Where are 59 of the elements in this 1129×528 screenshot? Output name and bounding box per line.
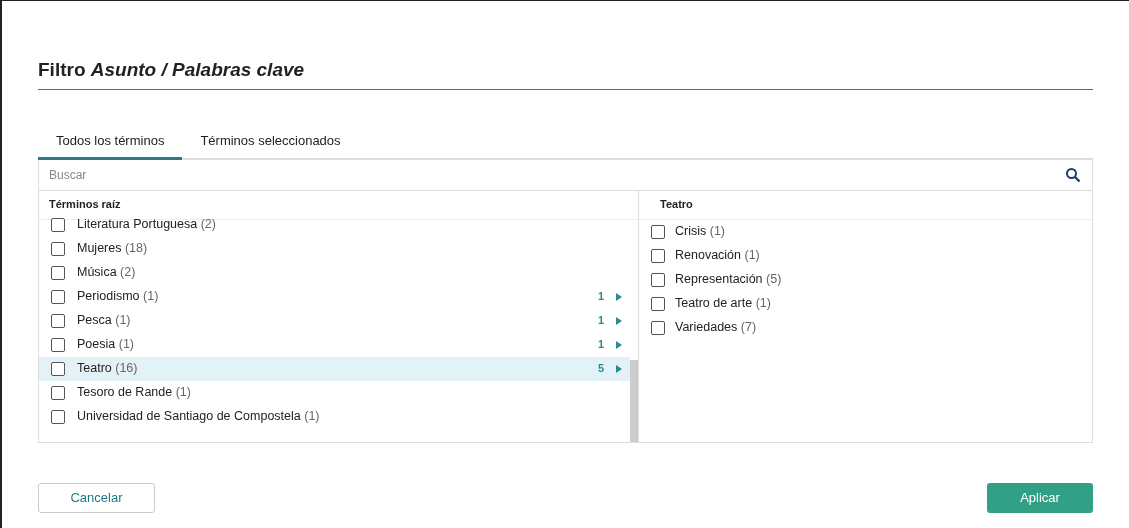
checkbox[interactable]: [51, 217, 65, 232]
term-label: Teatro (16): [77, 360, 138, 378]
term-row[interactable]: Representación (5): [639, 267, 1092, 292]
scrollbar-thumb[interactable]: [630, 359, 638, 442]
checkbox[interactable]: [651, 320, 665, 335]
term-label: Música (2): [77, 264, 136, 282]
search-icon[interactable]: [1065, 166, 1081, 183]
term-label: Mujeres (18): [77, 240, 148, 258]
term-label: Poesia (1): [77, 336, 134, 354]
term-label: Pesca (1): [77, 312, 131, 330]
term-label: Teatro de arte (1): [675, 295, 771, 313]
checkbox[interactable]: [651, 272, 665, 287]
term-row[interactable]: Variedades (7): [639, 315, 1092, 340]
panel-heading: Teatro: [660, 197, 693, 213]
term-row[interactable]: Renovación (1): [639, 243, 1092, 268]
tab[interactable]: Términos seleccionados: [182, 125, 359, 160]
checkbox[interactable]: [51, 409, 65, 424]
checkbox[interactable]: [51, 385, 65, 400]
term-label: Variedades (7): [675, 319, 757, 337]
checkbox[interactable]: [51, 241, 65, 256]
checkbox[interactable]: [51, 289, 65, 304]
search-field[interactable]: Buscar: [38, 159, 1093, 191]
panel-heading: Términos raíz: [49, 197, 121, 213]
term-label: Representación (5): [675, 271, 782, 289]
term-row[interactable]: Tesoro de Rande (1): [39, 380, 630, 405]
caret-icon[interactable]: [616, 316, 622, 325]
caret-icon[interactable]: [616, 292, 622, 301]
term-label: Tesoro de Rande (1): [77, 384, 191, 402]
term-label: Periodismo (1): [77, 288, 159, 306]
subterm-count: 1: [597, 289, 604, 305]
term-row[interactable]: Crisis (1): [639, 219, 1092, 244]
checkbox[interactable]: [651, 296, 665, 311]
checkbox[interactable]: [51, 337, 65, 352]
term-label: Universidad de Santiago de Compostela (1): [77, 408, 320, 426]
caret-icon[interactable]: [616, 364, 622, 373]
cancel-button[interactable]: Cancelar: [38, 482, 155, 513]
dialog-title: Filtro Asunto / Palabras clave: [38, 58, 306, 82]
checkbox[interactable]: [651, 248, 665, 263]
checkbox[interactable]: [51, 361, 65, 376]
caret-icon[interactable]: [616, 340, 622, 349]
checkbox[interactable]: [51, 313, 65, 328]
checkbox[interactable]: [651, 224, 665, 239]
term-row[interactable]: Música (2): [39, 260, 630, 285]
term-row[interactable]: Universidad de Santiago de Compostela (1): [39, 404, 630, 429]
term-row[interactable]: Pesca (1) 1: [39, 308, 630, 333]
term-row[interactable]: Literatura Portuguesa (2): [39, 212, 630, 237]
subterm-count: 1: [597, 313, 604, 329]
term-row[interactable]: Poesia (1) 1: [39, 332, 630, 357]
checkbox[interactable]: [51, 265, 65, 280]
term-label: Literatura Portuguesa (2): [77, 216, 216, 234]
term-row[interactable]: Teatro de arte (1): [639, 291, 1092, 316]
subterm-count: 5: [597, 361, 604, 377]
subterm-count: 1: [597, 337, 604, 353]
term-row[interactable]: Mujeres (18): [39, 236, 630, 261]
term-row[interactable]: Periodismo (1) 1: [39, 284, 630, 309]
term-row[interactable]: Teatro (16) 5: [39, 356, 630, 381]
term-label: Renovación (1): [675, 247, 760, 265]
tab[interactable]: Todos los términos: [38, 125, 183, 160]
term-label: Crisis (1): [675, 223, 725, 241]
